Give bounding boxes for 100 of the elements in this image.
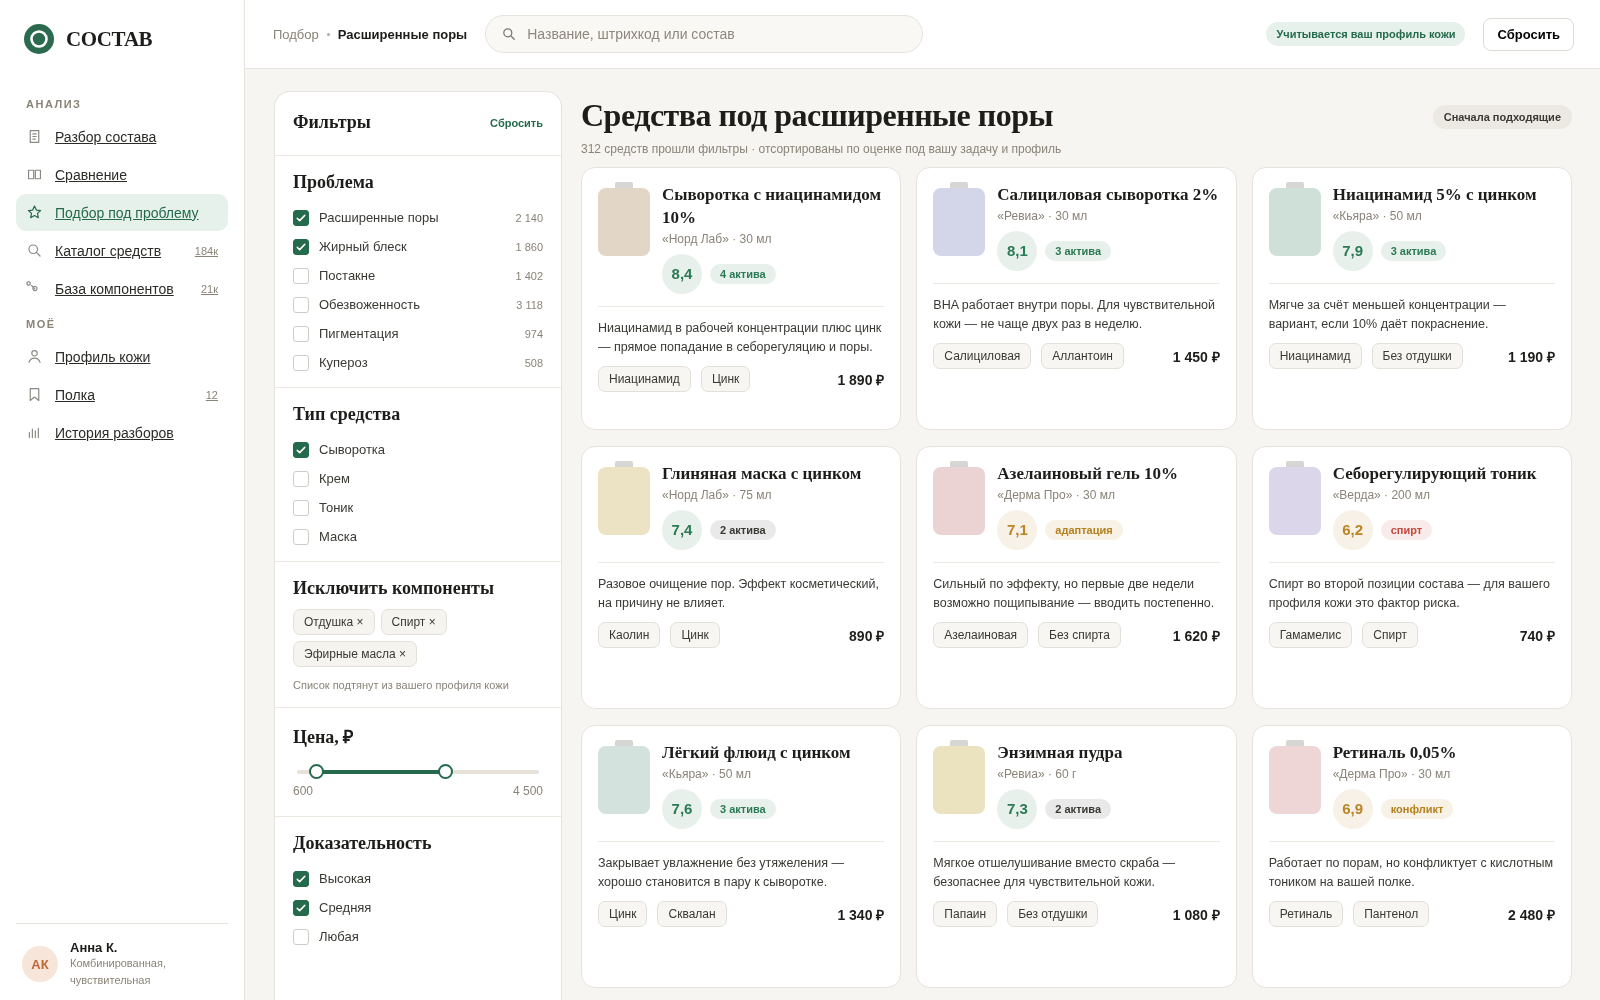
product-card[interactable]: Азелаиновый гель 10% «Дерма Про» · 30 мл 7,1 адаптация Сильный по эффекту, но первые две недели возможно пощипывание — вводить постепенно. Азелаиновая Без спирта 1 620 ₽ [916,446,1237,709]
product-name: Ниацинамид 5% с цинком [1332,184,1537,206]
sidebar-item[interactable]: База компонентов 21к [16,270,228,307]
checkbox[interactable] [293,870,309,887]
product-card[interactable]: Салициловая сыворотка 2% «Ревиа» · 30 мл 8,1 3 актива BHA работает внутри поры. Для чувствительной кожи — не чаще двух раз в неделю. Салициловая Аллантоин 1 450 ₽ [916,167,1237,430]
checkbox[interactable] [293,238,309,255]
page-title: Средства под расширенные поры [581,97,1053,134]
exclude-chip[interactable]: Спирт × [380,609,447,635]
product-name: Лёгкий флюид с цинком [662,742,851,764]
option-label: Обезвоженность [319,297,421,312]
product-card[interactable]: Ретиналь 0,05% «Дерма Про» · 30 мл 6,9 конфликт Работает по порам, но конфликтует с кислотным тоником на вашей полке. Ретиналь Пантенол 2 480 ₽ [1251,725,1572,988]
status-badge: 3 актива [710,798,776,819]
product-price: 890 ₽ [849,626,885,645]
sidebar-item[interactable]: История разборов [16,414,228,451]
option-count: 974 [524,327,543,340]
filter-group-title: Цена, ₽ [293,726,355,748]
option-label: Расширенные поры [319,210,440,225]
option-count: 2 140 [515,211,543,224]
product-meta: «Кьяра» · 50 мл [1332,208,1423,223]
sidebar-item[interactable]: Каталог средств 184к [16,232,228,269]
status-badge: конфликт [1380,798,1454,819]
product-description: Ниацинамид в рабочей концентрации плюс цинк — прямое попадание в себорегуляцию и поры. [598,319,883,356]
product-description: Спирт во второй позиции состава — для вашего профиля кожи это фактор риска. [1268,575,1551,612]
product-meta: «Норд Лаб» · 75 мл [662,487,773,502]
filter-note: Список подтянут из вашего профиля кожи [293,679,510,691]
product-description: Сильный по эффекту, но первые две недели возможно пощипывание — вводить постепенно. [933,575,1216,612]
product-meta: «Ревиа» · 30 мл [997,208,1089,223]
product-meta: «Дерма Про» · 30 мл [1332,766,1452,781]
filter-group-title: Исключить компоненты [293,578,495,599]
option-label: Жирный блеск [319,239,408,254]
product-price: 1 080 ₽ [1172,905,1220,924]
option-label: Любая [319,929,360,944]
product-price: 1 190 ₽ [1508,347,1555,366]
status-badge: 2 актива [1045,798,1111,819]
option-count: 1 402 [515,269,543,282]
sidebar-item[interactable]: Полка 12 [16,376,228,413]
person-icon [26,348,43,365]
ingredient-tag: Цинк [700,366,751,393]
product-meta: «Норд Лаб» · 30 мл [662,231,773,246]
option-label: Крем [319,471,351,486]
ingredient-tag: Аллантоин [1041,343,1124,370]
sidebar-item[interactable]: Подбор под проблему [16,194,228,231]
ingredient-tag: Ретиналь [1268,901,1344,928]
product-card[interactable]: Лёгкий флюид с цинком «Кьяра» · 50 мл 7,6 3 актива Закрывает увлажнение без утяжеления — хорошо становится в пару к сыворотке. Цинк Сквалан 1 340 ₽ [581,725,902,988]
avatar: АК [22,946,58,982]
reset-link[interactable]: Сбросить [490,116,543,129]
price-max: 4 500 [512,784,543,798]
option-label: Купероз [319,355,369,370]
product-name: Энзимная пудра [997,742,1123,764]
product-description: Работает по порам, но конфликтует с кислотным тоником на вашей полке. [1268,854,1555,891]
ingredient-tag: Цинк [598,901,648,928]
ingredient-tag: Папаин [933,901,998,928]
sidebar-item[interactable]: Сравнение [16,156,228,193]
breadcrumb-link[interactable]: Расширенные поры [337,26,468,42]
breadcrumb-link[interactable]: Подбор [273,26,319,42]
logo-icon [24,24,54,54]
search-icon [26,242,43,259]
product-price: 2 480 ₽ [1508,905,1555,924]
product-card[interactable]: Ниацинамид 5% с цинком «Кьяра» · 50 мл 7,9 3 актива Мягче за счёт меньшей концентрации — вариант, если 10% даёт покраснение. Ниацинамид Без отдушки 1 190 ₽ [1251,167,1572,430]
product-card[interactable]: Сыворотка с ниацинамидом 10% «Норд Лаб» · 30 мл 8,4 4 актива Ниацинамид в рабочей концентрации плюс цинк — прямое попадание в себорегуляцию и поры. Ниацинамид Цинк 1 890 ₽ [581,167,902,430]
slider-handle[interactable] [309,764,325,779]
product-description: Мягкое отшелушивание вместо скраба — безопаснее для чувствительной кожи. [933,854,1177,891]
option-label: Постакне [319,268,377,283]
sidebar-item[interactable]: Разбор состава [16,118,228,155]
exclude-chip[interactable]: Отдушка × [293,609,375,635]
product-meta: «Верда» · 200 мл [1332,487,1432,502]
ingredient-tag: Без отдушки [1371,343,1463,370]
checkbox[interactable] [293,209,309,226]
reset-button[interactable]: Сбросить [1483,17,1574,51]
product-card[interactable]: Энзимная пудра «Ревиа» · 60 г 7,3 2 актива Мягкое отшелушивание вместо скраба — безопаснее для чувствительной кожи. Папаин Без отдушки 1 080 ₽ [916,725,1237,988]
sort-button[interactable]: Сначала подходящие [1432,104,1572,129]
search-field[interactable]: Название, штрихкод или состав [485,15,924,53]
product-price: 1 620 ₽ [1172,626,1220,645]
exclude-chip[interactable]: Эфирные масла × [293,641,418,667]
score-badge: 7,4 [662,509,702,550]
product-card[interactable]: Себорегулирующий тоник «Верда» · 200 мл 6,2 спирт Спирт во второй позиции состава — для вашего профиля кожи это фактор риска. Гамамелис Спирт 740 ₽ [1251,446,1572,709]
product-card[interactable]: Глиняная маска с цинком «Норд Лаб» · 75 мл 7,4 2 актива Разовое очищение пор. Эффект косметический, на причину не влияет. Каолин Цинк 890 ₽ [581,446,902,709]
price-min: 600 [293,784,314,798]
ingredient-tag: Салициловая [933,343,1032,370]
option-count: 508 [524,356,543,369]
score-badge: 7,6 [662,788,702,829]
user-skin-type: Комбинированная, чувствительная [70,956,167,988]
sidebar-item[interactable]: Профиль кожи [16,338,228,375]
score-badge: 6,2 [1332,509,1373,550]
option-label: Тоник [319,500,355,515]
product-name: Глиняная маска с цинком [662,463,862,485]
product-name: Азелаиновый гель 10% [997,463,1178,485]
option-label: Высокая [319,871,373,886]
checkbox[interactable] [293,441,309,458]
slider-handle[interactable] [437,764,453,779]
product-price: 740 ₽ [1519,626,1555,645]
score-badge: 7,1 [997,509,1038,550]
ingredient-tag: Каолин [598,622,661,649]
product-meta: «Ревиа» · 60 г [997,766,1078,781]
brand-name: СОСТАВ [66,26,153,52]
status-badge: 4 актива [710,263,776,284]
option-count: 3 118 [516,298,543,311]
section-title: МОЁ [25,318,57,330]
checkbox[interactable] [293,899,309,916]
status-badge: 2 актива [710,519,776,540]
